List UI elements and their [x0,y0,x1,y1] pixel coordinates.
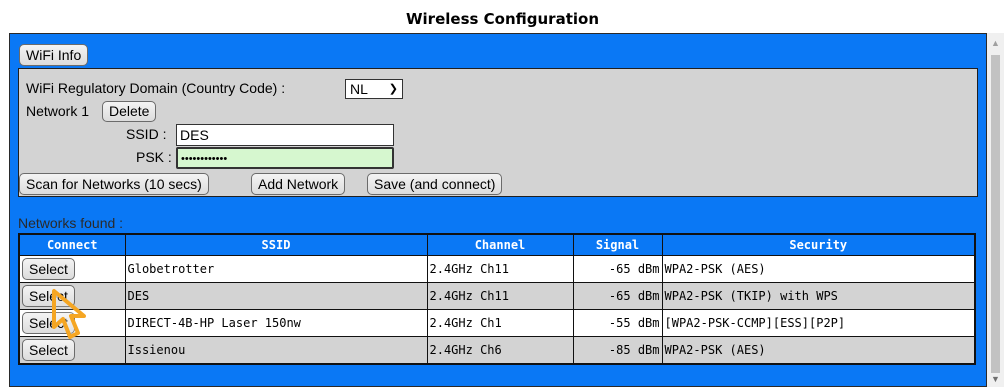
column-header-signal: Signal [572,233,663,256]
column-header-ssid: SSID [124,233,428,256]
network-signal: -55 dBm [572,309,663,337]
table-row: Select DES 2.4GHz Ch11 -65 dBm WPA2-PSK … [18,282,976,310]
network-channel: 2.4GHz Ch1 [426,309,574,337]
column-header-channel: Channel [426,233,574,256]
psk-input[interactable]: •••••••••••• [176,147,394,169]
wifi-info-button[interactable]: WiFi Info [19,44,89,66]
select-network-button[interactable]: Select [22,258,75,280]
regulatory-domain-label: WiFi Regulatory Domain (Country Code) : [26,80,286,96]
scrollbar-thumb[interactable] [991,55,1000,373]
network-label: Network 1 [26,103,90,119]
add-network-button[interactable]: Add Network [251,173,346,195]
table-row: Select DIRECT-4B-HP Laser 150nw 2.4GHz C… [18,309,976,337]
network-channel: 2.4GHz Ch6 [426,336,574,365]
pointer-arrow-icon [52,289,86,339]
column-header-connect: Connect [18,233,126,256]
vertical-scrollbar[interactable]: ▲ ▼ [987,33,1004,387]
country-code-value: NL [350,81,368,97]
psk-label: PSK : [136,149,172,165]
networks-table: Connect SSID Channel Signal Security Sel… [18,233,976,365]
network-signal: -65 dBm [572,282,663,310]
network-security: WPA2-PSK (AES) [661,255,976,283]
column-header-security: Security [661,233,976,256]
table-header-row: Connect SSID Channel Signal Security [18,233,976,256]
scroll-down-icon[interactable]: ▼ [991,374,1000,384]
delete-network-button[interactable]: Delete [102,101,157,122]
scan-networks-button[interactable]: Scan for Networks (10 secs) [19,173,209,195]
network-ssid: Issienou [124,336,428,365]
network-security: WPA2-PSK (AES) [661,336,976,365]
chevron-down-icon: ❯ [388,83,398,95]
network-ssid: Globetrotter [124,255,428,283]
save-connect-button[interactable]: Save (and connect) [367,173,503,195]
network-ssid: DES [124,282,428,310]
network-security: [WPA2-PSK-CCMP][ESS][P2P] [661,309,976,337]
network-security: WPA2-PSK (TKIP) with WPS [661,282,976,310]
table-row: Select Globetrotter 2.4GHz Ch11 -65 dBm … [18,255,976,283]
networks-found-label: Networks found : [18,215,124,231]
network-channel: 2.4GHz Ch11 [426,255,574,283]
network-signal: -65 dBm [572,255,663,283]
country-code-select[interactable]: NL ❯ [345,79,403,99]
table-row: Select Issienou 2.4GHz Ch6 -85 dBm WPA2-… [18,336,976,365]
network-channel: 2.4GHz Ch11 [426,282,574,310]
scroll-up-icon[interactable]: ▲ [991,38,1000,48]
network-signal: -85 dBm [572,336,663,365]
ssid-input[interactable]: DES [176,124,394,146]
network-ssid: DIRECT-4B-HP Laser 150nw [124,309,428,337]
ssid-label: SSID : [126,126,167,142]
page-title: Wireless Configuration [406,10,599,28]
